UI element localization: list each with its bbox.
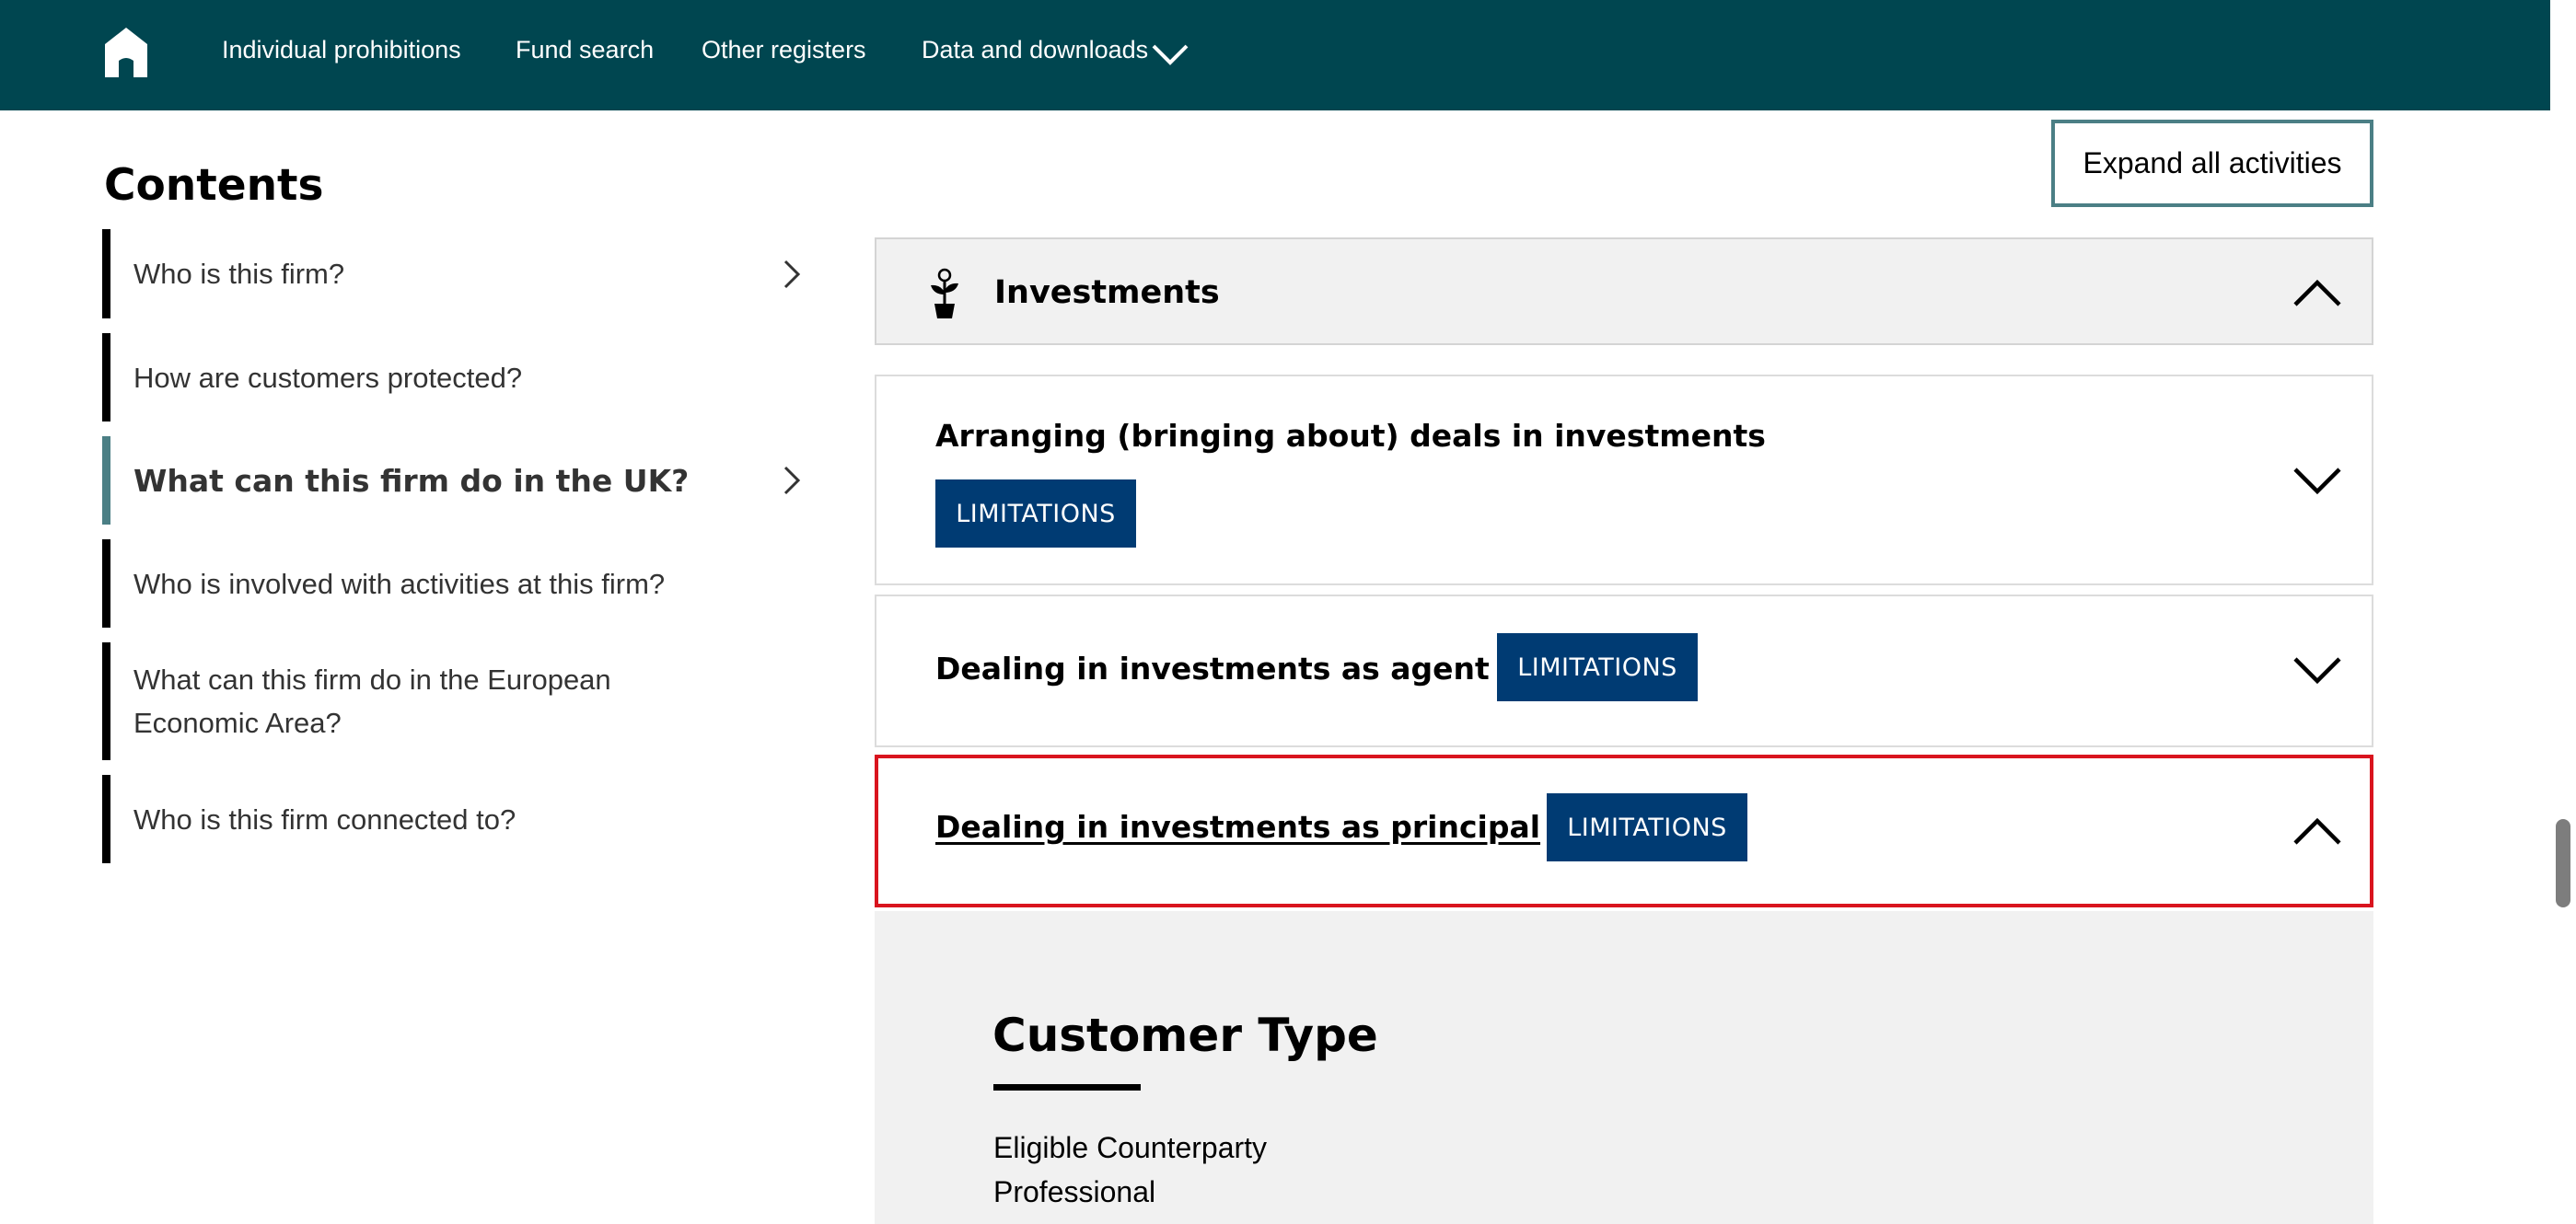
chevron-right-icon — [782, 465, 802, 496]
top-navigation-bar: Individual prohibitions Fund search Othe… — [0, 0, 2550, 110]
toc-item-who-is-involved[interactable]: Who is involved with activities at this … — [102, 539, 802, 628]
chevron-up-icon[interactable] — [2292, 816, 2342, 846]
chevron-down-icon[interactable] — [2292, 656, 2342, 686]
activity-detail-section: Customer Type Eligible Counterparty Prof… — [875, 911, 2373, 1224]
activity-panel-dealing-as-principal[interactable]: Dealing in investments as principal LIMI… — [875, 755, 2373, 907]
expand-all-activities-button[interactable]: Expand all activities — [2051, 120, 2373, 207]
chevron-down-icon[interactable] — [1151, 42, 1189, 66]
nav-fund-search[interactable]: Fund search — [516, 31, 654, 68]
toc-item-label: Who is involved with activities at this … — [133, 567, 666, 600]
toc-item-label: What can this firm do in the UK? — [133, 462, 690, 499]
heading-underline — [993, 1084, 1141, 1091]
plant-icon — [926, 267, 963, 320]
customer-type-item: Eligible Counterparty — [993, 1131, 1268, 1164]
activity-panel-arranging-deals[interactable]: Arranging (bringing about) deals in inve… — [875, 375, 2373, 585]
scrollbar-thumb[interactable] — [2556, 819, 2570, 907]
limitations-badge[interactable]: LIMITATIONS — [1547, 793, 1747, 861]
toc-item-label: How are customers protected? — [133, 361, 523, 394]
activity-title[interactable]: Dealing in investments as principal — [935, 807, 1540, 848]
chevron-up-icon[interactable] — [2292, 278, 2342, 307]
activity-title[interactable]: Dealing in investments as agent — [935, 649, 1490, 689]
toc-item-label: Who is this firm? — [133, 258, 345, 290]
chevron-right-icon — [782, 259, 802, 290]
chevron-down-icon[interactable] — [2292, 467, 2342, 496]
customer-type-item: Professional — [993, 1175, 1156, 1208]
activity-panel-dealing-as-agent[interactable]: Dealing in investments as agent LIMITATI… — [875, 595, 2373, 747]
nav-data-and-downloads[interactable]: Data and downloads — [922, 31, 1148, 68]
nav-individual-prohibitions[interactable]: Individual prohibitions — [222, 31, 461, 68]
limitations-badge[interactable]: LIMITATIONS — [1497, 633, 1698, 701]
investments-category-header[interactable]: Investments — [875, 237, 2373, 345]
contents-heading: Contents — [104, 160, 324, 211]
toc-item-connected-firms[interactable]: Who is this firm connected to? — [102, 775, 802, 863]
toc-item-uk-activities[interactable]: What can this firm do in the UK? — [102, 436, 802, 525]
category-title: Investments — [994, 274, 1220, 311]
home-icon[interactable] — [103, 26, 149, 79]
activity-title[interactable]: Arranging (bringing about) deals in inve… — [935, 416, 1766, 456]
customer-type-heading: Customer Type — [992, 1009, 1378, 1062]
toc-item-who-is-this-firm[interactable]: Who is this firm? — [102, 229, 802, 318]
limitations-badge[interactable]: LIMITATIONS — [935, 479, 1136, 548]
toc-item-eea-activities[interactable]: What can this firm do in the European Ec… — [102, 642, 802, 760]
nav-other-registers[interactable]: Other registers — [702, 31, 866, 68]
toc-item-label: Who is this firm connected to? — [133, 803, 516, 836]
scrollbar-track[interactable] — [2550, 0, 2576, 1224]
toc-item-label: What can this firm do in the European Ec… — [133, 664, 611, 739]
toc-item-customer-protection[interactable]: How are customers protected? — [102, 333, 802, 421]
